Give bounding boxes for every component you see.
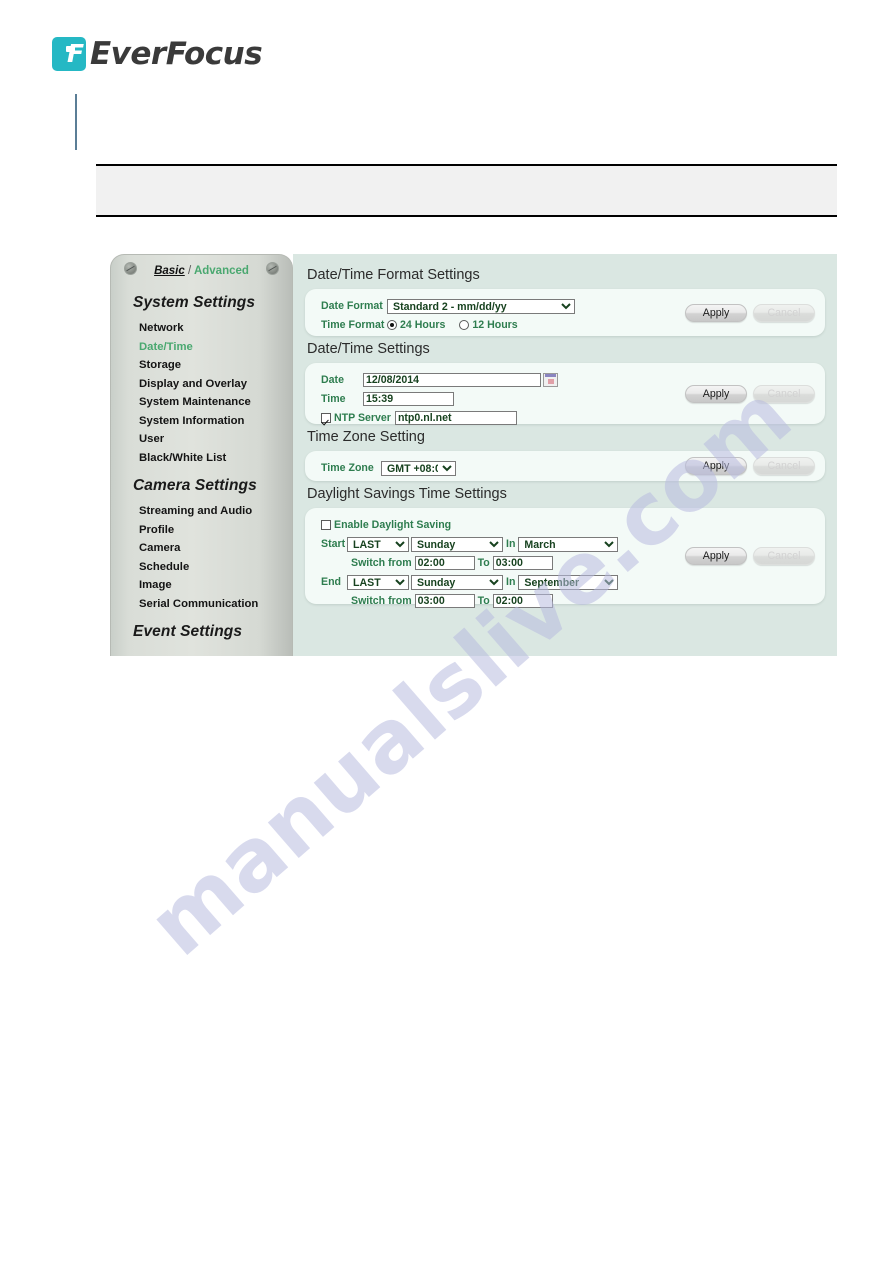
screw-icon bbox=[124, 262, 137, 275]
label-dst-start: Start bbox=[321, 538, 346, 550]
cancel-button-timezone[interactable]: Cancel bbox=[753, 457, 815, 475]
dst-end-to-input[interactable] bbox=[492, 594, 553, 608]
dst-end-month-select[interactable]: September bbox=[518, 574, 619, 590]
dst-start-month-select[interactable]: March bbox=[518, 536, 619, 552]
cancel-button-datetime[interactable]: Cancel bbox=[753, 384, 815, 403]
sidebar-item-black-white-list[interactable]: Black/White List bbox=[111, 449, 292, 468]
sidebar-item-profile[interactable]: Profile bbox=[111, 521, 292, 540]
dst-end-day-select[interactable]: Sunday bbox=[411, 574, 503, 590]
mode-switch[interactable]: Basic / Advanced bbox=[154, 265, 249, 277]
label-date: Date bbox=[321, 374, 344, 386]
sidebar-item-network[interactable]: Network bbox=[111, 319, 292, 338]
time-zone-select[interactable]: GMT +08:00 bbox=[381, 460, 456, 476]
screw-icon bbox=[266, 262, 279, 275]
section-title-timezone: Time Zone Setting bbox=[307, 429, 425, 445]
datetime-button-group: Apply Cancel bbox=[685, 384, 815, 403]
label-time-zone: Time Zone bbox=[321, 462, 374, 474]
calendar-icon[interactable] bbox=[543, 373, 558, 387]
brand-header: F EverFocus bbox=[52, 36, 263, 72]
sidebar-item-schedule[interactable]: Schedule bbox=[111, 558, 292, 577]
sidebar-item-system-maintenance[interactable]: System Maintenance bbox=[111, 393, 292, 412]
nav-group-title-camera: Camera Settings bbox=[133, 477, 257, 494]
nav-group-title-system: System Settings bbox=[133, 294, 256, 311]
apply-button-dst[interactable]: Apply bbox=[685, 547, 747, 565]
label-time: Time bbox=[321, 393, 346, 405]
panel-datetime: Date Time NTP Server Apply Cancel bbox=[305, 363, 825, 425]
apply-button-timezone[interactable]: Apply bbox=[685, 457, 747, 475]
dst-start-to-input[interactable] bbox=[492, 556, 553, 570]
mode-separator: / bbox=[187, 265, 192, 277]
radio-12-hours[interactable]: 12 Hours bbox=[459, 319, 518, 331]
camera-web-ui-screenshot: Basic / Advanced System Settings Network… bbox=[110, 254, 837, 656]
radio-24-hours-icon[interactable] bbox=[387, 320, 397, 330]
sidebar-item-display-and-overlay[interactable]: Display and Overlay bbox=[111, 375, 292, 394]
cancel-button-format[interactable]: Cancel bbox=[753, 303, 815, 322]
sidebar-item-user[interactable]: User bbox=[111, 430, 292, 449]
radio-12-hours-label: 12 Hours bbox=[472, 319, 518, 331]
sidebar-item-storage[interactable]: Storage bbox=[111, 356, 292, 375]
label-time-format: Time Format bbox=[321, 319, 385, 331]
date-input[interactable] bbox=[363, 373, 541, 387]
label-dst-end-in: In bbox=[506, 576, 516, 588]
dst-start-ordinal-select[interactable]: LAST bbox=[347, 536, 409, 552]
settings-content: Date/Time Format Settings Date Format St… bbox=[293, 254, 837, 656]
sidebar-item-system-information[interactable]: System Information bbox=[111, 412, 292, 431]
ntp-server-checkbox[interactable] bbox=[321, 413, 331, 423]
format-button-group: Apply Cancel bbox=[685, 303, 815, 322]
label-dst-end: End bbox=[321, 576, 342, 588]
section-title-datetime: Date/Time Settings bbox=[307, 341, 430, 357]
apply-button-format[interactable]: Apply bbox=[685, 303, 747, 322]
label-dst-end-to: To bbox=[477, 595, 490, 607]
label-dst-start-switch-from: Switch from bbox=[351, 557, 412, 569]
panel-timezone: Time Zone GMT +08:00 Apply Cancel bbox=[305, 451, 825, 481]
timezone-button-group: Apply Cancel bbox=[685, 457, 815, 475]
time-input[interactable] bbox=[363, 392, 454, 406]
panel-datetime-format: Date Format Standard 2 - mm/dd/yy Time F… bbox=[305, 289, 825, 336]
nav-group-title-event: Event Settings bbox=[133, 623, 243, 640]
sidebar-item-date-time[interactable]: Date/Time bbox=[111, 338, 292, 357]
label-dst-start-in: In bbox=[506, 538, 516, 550]
label-enable-daylight-saving: Enable Daylight Saving bbox=[334, 519, 452, 531]
mode-advanced-link[interactable]: Advanced bbox=[194, 265, 249, 277]
sidebar: Basic / Advanced System Settings Network… bbox=[110, 254, 293, 656]
header-callout-box bbox=[96, 164, 837, 217]
sidebar-item-serial-communication[interactable]: Serial Communication bbox=[111, 595, 292, 614]
radio-24-hours-label: 24 Hours bbox=[400, 319, 446, 331]
mode-basic-link[interactable]: Basic bbox=[154, 265, 185, 277]
sidebar-mode-bar: Basic / Advanced bbox=[111, 255, 292, 284]
dst-button-group: Apply Cancel bbox=[685, 547, 815, 565]
label-date-format: Date Format bbox=[321, 300, 383, 312]
dst-start-from-input[interactable] bbox=[414, 556, 475, 570]
section-title-format: Date/Time Format Settings bbox=[307, 267, 480, 283]
everfocus-logo-icon: F bbox=[52, 37, 86, 71]
panel-dst: Enable Daylight Saving Start LAST Sunday… bbox=[305, 508, 825, 608]
ntp-server-input[interactable] bbox=[394, 411, 517, 425]
section-title-dst: Daylight Savings Time Settings bbox=[307, 486, 507, 502]
label-ntp-server: NTP Server bbox=[334, 412, 391, 424]
enable-daylight-saving-checkbox[interactable] bbox=[321, 520, 331, 530]
radio-12-hours-icon[interactable] bbox=[459, 320, 470, 330]
sidebar-item-streaming-and-audio[interactable]: Streaming and Audio bbox=[111, 502, 292, 521]
label-dst-end-switch-from: Switch from bbox=[351, 595, 412, 607]
label-dst-start-to: To bbox=[477, 557, 490, 569]
apply-button-datetime[interactable]: Apply bbox=[685, 384, 747, 403]
dst-end-ordinal-select[interactable]: LAST bbox=[347, 574, 409, 590]
cancel-button-dst[interactable]: Cancel bbox=[753, 547, 815, 565]
brand-name: EverFocus bbox=[90, 36, 263, 72]
header-note-box bbox=[75, 94, 837, 150]
dst-start-day-select[interactable]: Sunday bbox=[411, 536, 503, 552]
radio-24-hours[interactable]: 24 Hours bbox=[387, 319, 445, 331]
dst-end-from-input[interactable] bbox=[414, 594, 475, 608]
date-format-select[interactable]: Standard 2 - mm/dd/yy bbox=[387, 298, 575, 314]
sidebar-item-camera[interactable]: Camera bbox=[111, 539, 292, 558]
sidebar-item-image[interactable]: Image bbox=[111, 576, 292, 595]
